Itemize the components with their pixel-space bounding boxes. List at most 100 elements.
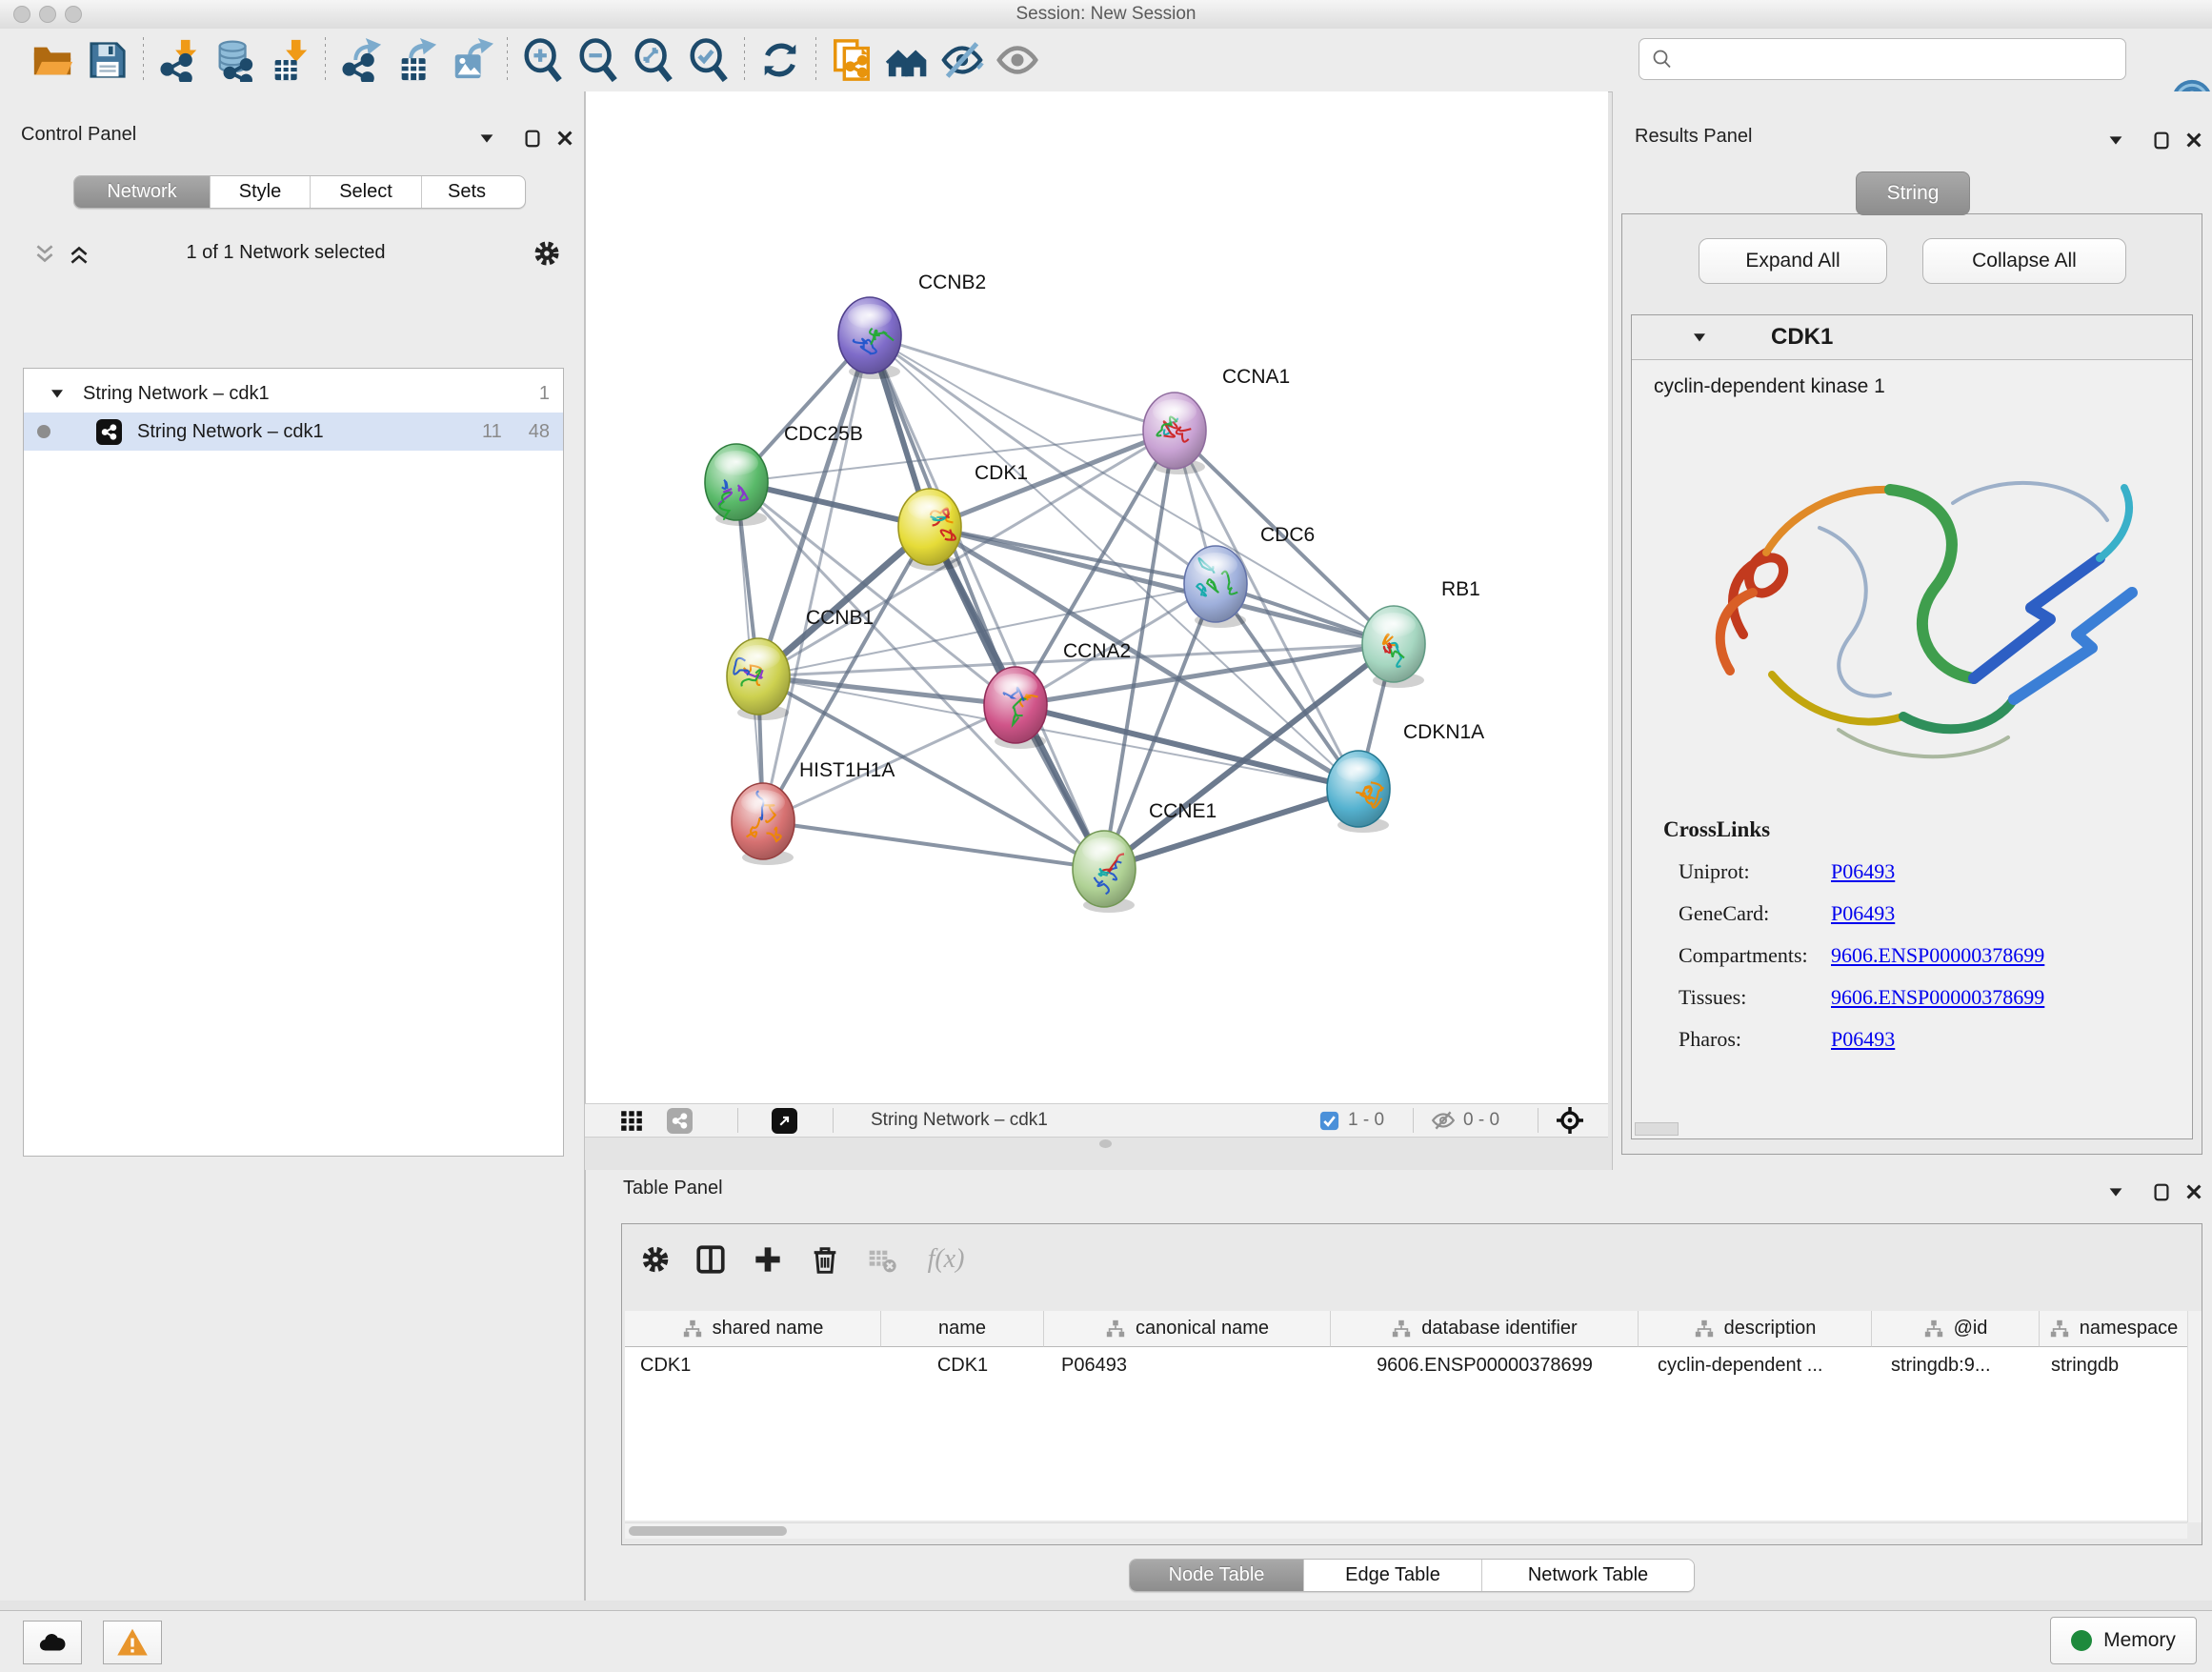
import-table-button[interactable] xyxy=(262,33,317,87)
network-node-CDKN1A[interactable]: CDKN1A xyxy=(1327,721,1484,833)
network-edge[interactable] xyxy=(763,821,1104,869)
column-header-id[interactable]: @id xyxy=(1872,1311,2040,1347)
export-image-button[interactable] xyxy=(444,33,499,87)
control-panel-close-icon[interactable] xyxy=(554,128,575,149)
network-node-HIST1H1A[interactable]: HIST1H1A xyxy=(732,759,895,865)
memory-button[interactable]: Memory xyxy=(2050,1617,2197,1664)
external-link-icon xyxy=(776,1113,793,1129)
control-panel-float-icon[interactable] xyxy=(522,128,543,149)
table-cell[interactable]: CDK1 xyxy=(881,1347,1044,1383)
save-session-button[interactable] xyxy=(80,33,135,87)
table-cell[interactable]: stringdb xyxy=(2040,1347,2187,1383)
tab-sets[interactable]: Sets xyxy=(422,176,512,208)
results-scrollbar-stub[interactable] xyxy=(1635,1122,1679,1136)
crosslink-compartments-link[interactable]: 9606.ENSP00000378699 xyxy=(1831,943,2044,968)
table-panel-menu-icon[interactable] xyxy=(2105,1181,2126,1202)
export-network-button[interactable] xyxy=(333,33,389,87)
table-panel-float-icon[interactable] xyxy=(2151,1181,2172,1202)
export-table-button[interactable] xyxy=(389,33,444,87)
table-options-button[interactable] xyxy=(636,1239,674,1280)
column-header-description[interactable]: description xyxy=(1639,1311,1872,1347)
delete-column-button[interactable] xyxy=(806,1239,844,1280)
warnings-button[interactable] xyxy=(103,1621,162,1664)
tab-select[interactable]: Select xyxy=(311,176,422,208)
function-builder-button[interactable]: f(x) xyxy=(913,1239,979,1280)
column-header-namespace[interactable]: namespace xyxy=(2040,1311,2187,1347)
crosslink-pharos-link[interactable]: P06493 xyxy=(1831,1027,1895,1052)
grid-view-button[interactable] xyxy=(619,1108,644,1133)
show-all-networks-button[interactable] xyxy=(879,33,935,87)
zoom-out-button[interactable] xyxy=(571,33,626,87)
tab-network[interactable]: Network xyxy=(74,176,211,208)
network-edge[interactable] xyxy=(763,335,870,821)
table-horizontal-scrollbar[interactable] xyxy=(625,1522,2187,1539)
tab-string[interactable]: String xyxy=(1856,171,1970,215)
expand-all-button[interactable]: Expand All xyxy=(1699,238,1887,284)
table-vertical-scrollbar[interactable] xyxy=(2187,1311,2202,1522)
collapse-all-networks-icon[interactable] xyxy=(32,242,57,267)
network-view-mode-button[interactable] xyxy=(667,1108,693,1133)
collapse-all-button[interactable]: Collapse All xyxy=(1922,238,2126,284)
node-label: CCNA2 xyxy=(1063,640,1131,662)
results-panel-menu-icon[interactable] xyxy=(2105,130,2126,151)
tab-network-table[interactable]: Network Table xyxy=(1482,1560,1694,1591)
table-cell[interactable]: 9606.ENSP00000378699 xyxy=(1331,1347,1639,1383)
protein-card-header[interactable]: CDK1 xyxy=(1632,315,2192,360)
cloud-status-button[interactable] xyxy=(23,1621,82,1664)
table-cell[interactable]: CDK1 xyxy=(625,1347,881,1383)
expand-all-networks-icon[interactable] xyxy=(67,242,91,267)
zoom-selected-button[interactable] xyxy=(681,33,736,87)
crosslink-uniprot-link[interactable]: P06493 xyxy=(1831,859,1895,884)
tab-edge-table[interactable]: Edge Table xyxy=(1304,1560,1482,1591)
import-network-from-database-button[interactable] xyxy=(207,33,262,87)
create-column-button[interactable] xyxy=(749,1239,787,1280)
network-edge[interactable] xyxy=(758,584,1216,676)
control-panel-menu-icon[interactable] xyxy=(476,128,497,149)
zoom-in-button[interactable] xyxy=(515,33,571,87)
search-input[interactable] xyxy=(1674,48,2097,71)
network-node-CCNB2[interactable]: CCNB2 xyxy=(838,272,986,379)
scrollbar-thumb[interactable] xyxy=(629,1526,787,1536)
collection-expander-icon[interactable] xyxy=(49,385,66,402)
network-canvas[interactable]: CCNB2CCNA1CDC25BCDK1CDC6RB1CCNB1CCNA2CDK… xyxy=(585,91,1608,1103)
open-in-browser-button[interactable] xyxy=(772,1108,797,1133)
zoom-fit-button[interactable] xyxy=(626,33,681,87)
network-edge[interactable] xyxy=(870,335,1104,869)
clone-network-button[interactable] xyxy=(824,33,879,87)
tab-style[interactable]: Style xyxy=(211,176,311,208)
table-panel-close-icon[interactable] xyxy=(2183,1181,2204,1202)
table-cell[interactable]: P06493 xyxy=(1044,1347,1331,1383)
column-header-shared-name[interactable]: shared name xyxy=(625,1311,881,1347)
network-edge[interactable] xyxy=(870,335,1394,644)
protein-expander-icon[interactable] xyxy=(1691,329,1708,346)
network-node-CCNA1[interactable]: CCNA1 xyxy=(1143,366,1290,474)
node-label: CDKN1A xyxy=(1403,721,1484,743)
crosslink-tissues-link[interactable]: 9606.ENSP00000378699 xyxy=(1831,985,2044,1010)
apply-style-refresh-button[interactable] xyxy=(753,33,808,87)
crosslink-genecard-link[interactable]: P06493 xyxy=(1831,901,1895,926)
tab-node-table[interactable]: Node Table xyxy=(1130,1560,1304,1591)
selected-checkbox-icon[interactable] xyxy=(1318,1110,1340,1132)
import-network-button[interactable] xyxy=(151,33,207,87)
table-cell[interactable]: stringdb:9... xyxy=(1872,1347,2040,1383)
column-header-name[interactable]: name xyxy=(881,1311,1044,1347)
network-collection-row[interactable]: String Network – cdk1 1 xyxy=(24,374,563,413)
splitter-grip[interactable] xyxy=(1099,1139,1112,1148)
delete-table-button[interactable] xyxy=(863,1239,901,1280)
table-cell[interactable]: cyclin-dependent ... xyxy=(1639,1347,1872,1383)
network-node-RB1[interactable]: RB1 xyxy=(1362,578,1480,688)
results-panel-close-icon[interactable] xyxy=(2183,130,2204,151)
network-options-gear-icon[interactable] xyxy=(532,238,562,269)
network-row[interactable]: String Network – cdk1 11 48 xyxy=(24,413,563,451)
network-edge[interactable] xyxy=(870,335,1175,431)
show-columns-button[interactable] xyxy=(692,1239,730,1280)
column-header-canonical-name[interactable]: canonical name xyxy=(1044,1311,1331,1347)
crosslink-label: Uniprot: xyxy=(1679,859,1750,884)
birdseye-view-button[interactable] xyxy=(1555,1108,1585,1133)
show-hidden-button[interactable] xyxy=(990,33,1045,87)
results-panel-float-icon[interactable] xyxy=(2151,130,2172,151)
hide-selected-button[interactable] xyxy=(935,33,990,87)
open-session-button[interactable] xyxy=(25,33,80,87)
column-header-database-identifier[interactable]: database identifier xyxy=(1331,1311,1639,1347)
network-edge[interactable] xyxy=(1104,789,1358,869)
